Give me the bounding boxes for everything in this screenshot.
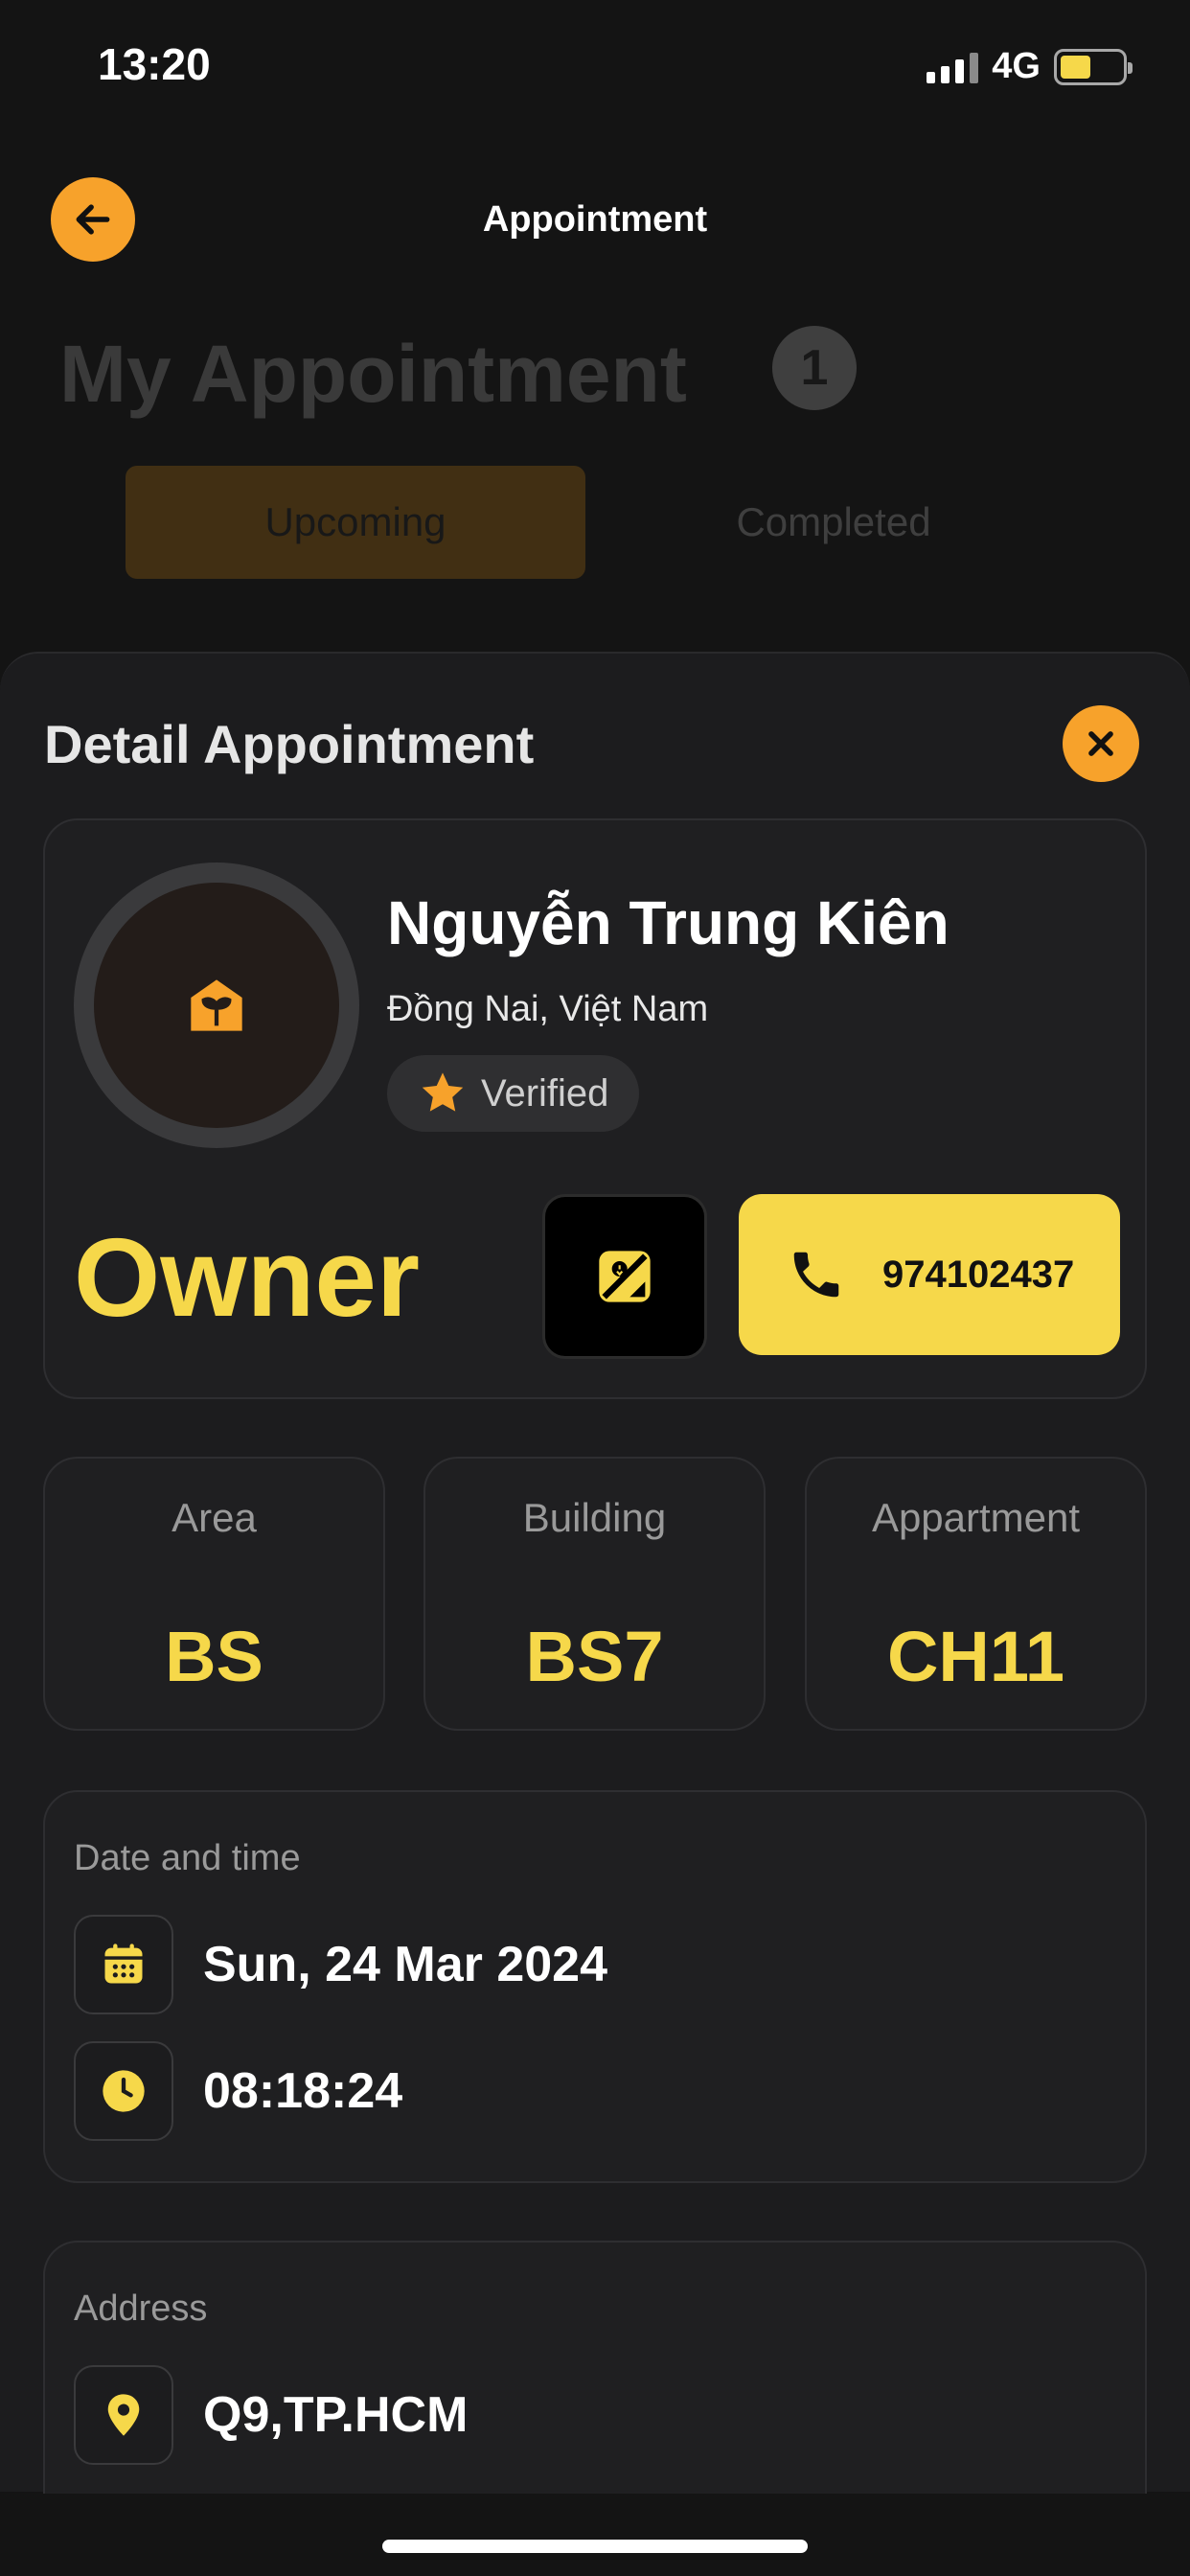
close-button[interactable] bbox=[1063, 705, 1139, 782]
tab-upcoming[interactable]: Upcoming bbox=[126, 466, 585, 579]
phone-number: 974102437 bbox=[882, 1253, 1075, 1296]
home-indicator[interactable] bbox=[382, 2540, 808, 2553]
call-button[interactable]: 974102437 bbox=[739, 1194, 1120, 1355]
area-value: BS bbox=[165, 1617, 263, 1696]
appointment-date: Sun, 24 Mar 2024 bbox=[203, 1937, 607, 1992]
background-screen: My Appointment 1 Upcoming Completed bbox=[0, 288, 1190, 652]
area-label: Area bbox=[172, 1495, 257, 1540]
appointment-count-badge: 1 bbox=[772, 326, 857, 410]
status-time: 13:20 bbox=[98, 39, 211, 89]
battery-icon bbox=[1054, 48, 1133, 85]
building-label: Building bbox=[522, 1495, 667, 1540]
clock-icon-box bbox=[74, 2041, 173, 2141]
calendar-icon-box bbox=[74, 1915, 173, 2014]
signal-icon bbox=[927, 51, 979, 83]
location-icon-box bbox=[74, 2365, 173, 2465]
detail-sheet: Detail Appointment Nguyễn Trung Kiên Đồn… bbox=[0, 652, 1190, 2494]
building-value: BS7 bbox=[525, 1617, 664, 1696]
apartment-card: Appartment CH11 bbox=[805, 1457, 1147, 1731]
home-plant-icon bbox=[191, 979, 242, 1031]
appointment-time: 08:18:24 bbox=[203, 2063, 403, 2119]
tab-completed[interactable]: Completed bbox=[623, 466, 1044, 579]
image-icon bbox=[599, 1251, 651, 1302]
role-label: Owner bbox=[74, 1215, 420, 1340]
area-card: Area BS bbox=[43, 1457, 385, 1731]
owner-location: Đồng Nai, Việt Nam bbox=[387, 989, 709, 1029]
apartment-value: CH11 bbox=[886, 1617, 1065, 1696]
clock-icon bbox=[103, 2070, 145, 2112]
owner-name: Nguyễn Trung Kiên bbox=[387, 888, 950, 957]
datetime-card: Date and time Sun, 24 Mar 2024 08:18:24 bbox=[43, 1790, 1147, 2183]
address-card: Address Q9,TP.HCM bbox=[43, 2241, 1147, 2494]
network-type: 4G bbox=[992, 46, 1041, 86]
view-image-button[interactable] bbox=[542, 1194, 707, 1359]
location-pin-icon bbox=[107, 2394, 140, 2436]
verified-badge: Verified bbox=[387, 1055, 640, 1132]
apartment-label: Appartment bbox=[871, 1495, 1081, 1540]
header-title: Appointment bbox=[482, 199, 708, 240]
avatar bbox=[74, 862, 359, 1148]
status-indicators: 4G bbox=[927, 46, 1133, 87]
address-label: Address bbox=[74, 2288, 208, 2329]
building-card: Building BS7 bbox=[423, 1457, 766, 1731]
calendar-icon bbox=[104, 1944, 143, 1984]
phone-icon bbox=[793, 1252, 839, 1298]
close-icon bbox=[1088, 731, 1113, 756]
my-appointment-heading: My Appointment bbox=[59, 329, 687, 419]
owner-card: Nguyễn Trung Kiên Đồng Nai, Việt Nam Ver… bbox=[43, 818, 1147, 1399]
address-value: Q9,TP.HCM bbox=[203, 2387, 469, 2443]
appointment-detail-screen: 13:20 4G Appointment My Appointment 1 Up… bbox=[0, 0, 1190, 2576]
sheet-title: Detail Appointment bbox=[44, 714, 535, 774]
datetime-label: Date and time bbox=[74, 1838, 301, 1878]
star-icon bbox=[422, 1072, 464, 1112]
verified-label: Verified bbox=[481, 1071, 609, 1115]
